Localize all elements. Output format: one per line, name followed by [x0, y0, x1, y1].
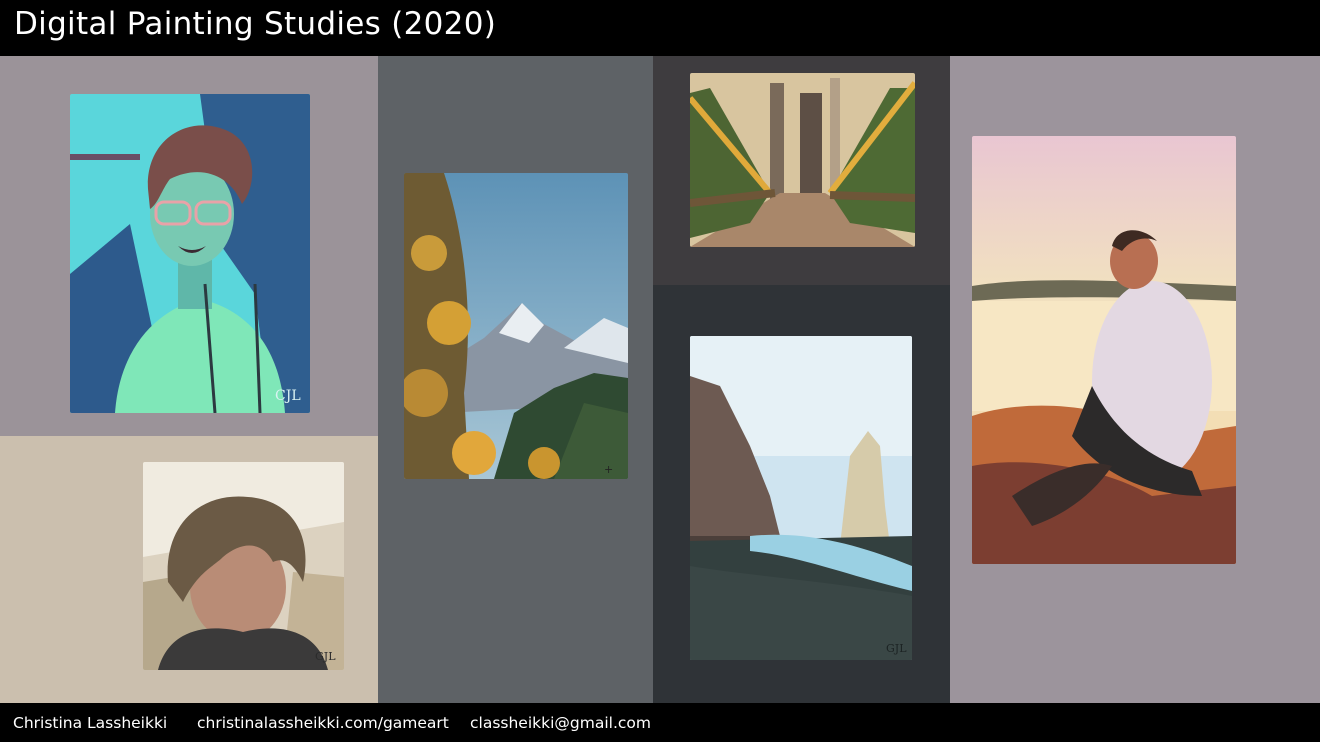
- painting-portrait-messy-hair: GJL: [143, 462, 344, 670]
- svg-text:GJL: GJL: [886, 642, 907, 655]
- svg-text:GJL: GJL: [315, 650, 336, 663]
- header-bar: Digital Painting Studies (2020): [0, 0, 1320, 56]
- svg-text:CJL: CJL: [275, 388, 301, 404]
- website-link[interactable]: christinalassheikki.com/gameart: [197, 714, 449, 732]
- painting-self-portrait: CJL: [70, 94, 310, 413]
- painting-sea-cliffs: GJL: [690, 336, 912, 660]
- painting-sunset-lake: [972, 136, 1236, 564]
- page-title: Digital Painting Studies (2020): [14, 6, 497, 42]
- painting-autumn-mountains: +: [404, 173, 628, 479]
- painting-forest-bridge: [690, 73, 915, 247]
- email-link[interactable]: classheikki@gmail.com: [470, 714, 651, 732]
- svg-text:+: +: [604, 463, 613, 476]
- author-name: Christina Lassheikki: [13, 714, 168, 732]
- footer-bar: Christina Lassheikki christinalassheikki…: [0, 703, 1320, 742]
